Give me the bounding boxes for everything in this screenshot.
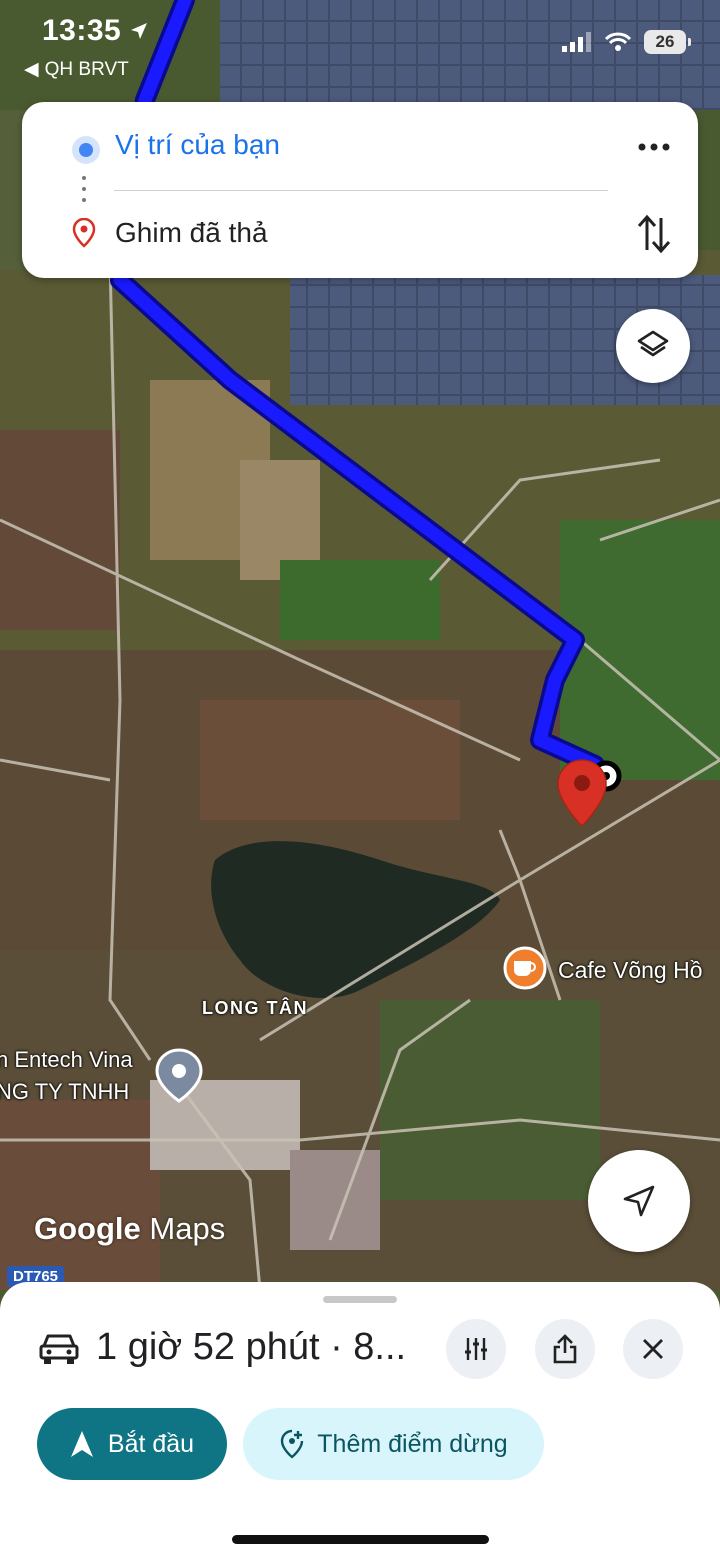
route-options-button[interactable] xyxy=(446,1319,506,1379)
start-navigation-button[interactable]: Bắt đầu xyxy=(37,1408,227,1480)
directions-card: Vị trí của bạn Ghim đã thả xyxy=(22,102,698,278)
your-location-dot-icon xyxy=(72,136,100,164)
sheet-drag-handle[interactable] xyxy=(323,1296,397,1303)
cafe-marker-icon[interactable] xyxy=(503,946,547,990)
more-options-button[interactable] xyxy=(634,132,674,162)
back-to-app[interactable]: ◀ QH BRVT xyxy=(24,58,129,81)
home-indicator[interactable] xyxy=(232,1535,489,1544)
field-divider xyxy=(114,190,608,191)
close-icon xyxy=(643,1339,663,1359)
connector-dots xyxy=(82,176,86,209)
status-time: 13:35 xyxy=(42,14,122,47)
location-arrow-icon xyxy=(131,23,147,39)
swap-vertical-icon xyxy=(637,214,671,254)
sliders-icon xyxy=(465,1338,487,1360)
business-label[interactable]: n Entech Vina NG TY TNHH xyxy=(0,1044,133,1108)
back-app-label: QH BRVT xyxy=(44,58,129,80)
route-summary: 1 giờ 52 phút · 8... xyxy=(96,1326,407,1368)
close-button[interactable] xyxy=(623,1319,683,1379)
system-icons: 26 xyxy=(562,30,691,54)
more-horizontal-icon xyxy=(638,143,670,151)
wifi-icon xyxy=(604,32,632,51)
google-wordmark: Google xyxy=(34,1211,141,1246)
add-stop-label: Thêm điểm dừng xyxy=(317,1429,508,1458)
maps-wordmark: Maps xyxy=(149,1211,226,1246)
destination-pin-icon xyxy=(72,218,96,248)
destination-field[interactable]: Ghim đã thả xyxy=(115,217,268,249)
battery-indicator: 26 xyxy=(644,30,691,54)
add-location-icon xyxy=(281,1429,304,1459)
map-layers-button[interactable] xyxy=(616,309,690,383)
area-label: LONG TÂN xyxy=(202,998,308,1018)
share-icon xyxy=(553,1334,577,1364)
cafe-label[interactable]: Cafe Võng Hồ xyxy=(558,957,702,984)
start-label: Bắt đầu xyxy=(107,1429,195,1458)
layers-icon xyxy=(637,330,669,357)
share-button[interactable] xyxy=(535,1319,595,1379)
navigation-arrow-icon xyxy=(623,1185,655,1217)
google-maps-logo: Google Maps xyxy=(34,1211,225,1247)
add-stop-button[interactable]: Thêm điểm dừng xyxy=(243,1408,544,1480)
business-label-line2: NG TY TNHH xyxy=(0,1079,130,1104)
status-bar: 13:35 ◀ QH BRVT 26 xyxy=(0,0,720,90)
signal-icon xyxy=(562,32,591,52)
back-triangle-icon: ◀ xyxy=(24,59,39,80)
origin-field[interactable]: Vị trí của bạn xyxy=(115,129,280,161)
my-location-button[interactable] xyxy=(588,1150,690,1252)
swap-origin-destination-button[interactable] xyxy=(634,212,674,256)
route-bottom-sheet[interactable]: 1 giờ 52 phút · 8... Bắt đầu Thêm điểm d… xyxy=(0,1282,720,1559)
business-label-line1: n Entech Vina xyxy=(0,1047,133,1072)
car-icon xyxy=(39,1334,79,1364)
navigation-start-icon xyxy=(70,1431,93,1457)
